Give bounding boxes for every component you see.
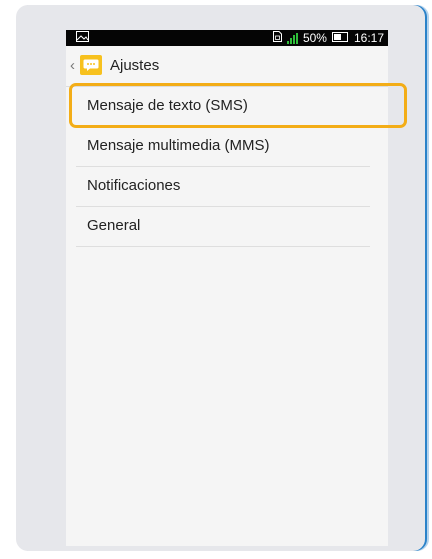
highlight-box xyxy=(69,83,407,128)
battery-percent: 50% xyxy=(302,31,327,45)
action-bar: ‹ Ajustes xyxy=(66,46,388,87)
battery-icon xyxy=(331,30,349,46)
settings-item-general[interactable]: General xyxy=(76,207,370,247)
status-time: 16:17 xyxy=(353,31,384,45)
messages-app-icon xyxy=(80,55,102,75)
settings-item-label: Mensaje multimedia (MMS) xyxy=(87,137,270,154)
sim-icon xyxy=(272,30,282,46)
signal-icon xyxy=(286,32,298,44)
settings-item-label: Notificaciones xyxy=(87,177,181,194)
settings-item-mms[interactable]: Mensaje multimedia (MMS) xyxy=(76,127,370,167)
page-title: Ajustes xyxy=(110,57,160,74)
settings-item-label: General xyxy=(87,217,141,234)
back-arrow-icon[interactable]: ‹ xyxy=(70,57,75,74)
image-icon xyxy=(76,30,89,46)
settings-item-notifications[interactable]: Notificaciones xyxy=(76,167,370,207)
status-bar: 50% 16:17 xyxy=(66,30,388,46)
